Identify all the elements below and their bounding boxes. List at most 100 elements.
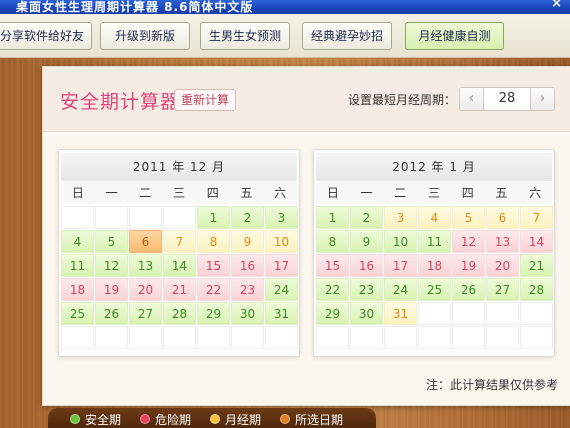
empty-day-cell: [231, 326, 264, 349]
day-cell[interactable]: 14: [163, 254, 196, 277]
chevron-left-icon[interactable]: ‹: [460, 88, 484, 110]
cycle-label: 设置最短月经周期：: [348, 93, 457, 107]
legend-label: 所选日期: [295, 412, 344, 427]
day-cell[interactable]: 31: [265, 302, 298, 325]
day-cell[interactable]: 15: [316, 254, 349, 277]
day-cell[interactable]: 9: [350, 230, 383, 253]
day-cell[interactable]: 3: [265, 206, 298, 229]
empty-day-cell: [452, 302, 485, 325]
weekday-label: 五: [240, 186, 253, 200]
day-cell[interactable]: 5: [95, 230, 128, 253]
cycle-value[interactable]: 28: [484, 88, 530, 110]
day-cell[interactable]: 15: [197, 254, 230, 277]
weekday-row: 日 一 二 三 四 五 六: [61, 182, 297, 204]
day-cell[interactable]: 2: [231, 206, 264, 229]
day-cell[interactable]: 23: [350, 278, 383, 301]
day-cell[interactable]: 22: [197, 278, 230, 301]
day-cell[interactable]: 3: [384, 206, 417, 229]
day-cell[interactable]: 27: [486, 278, 519, 301]
empty-day-cell: [61, 206, 94, 229]
weekday-label: 三: [172, 186, 185, 200]
day-cell[interactable]: 7: [163, 230, 196, 253]
day-cell[interactable]: 4: [418, 206, 451, 229]
day-cell[interactable]: 30: [231, 302, 264, 325]
day-cell[interactable]: 29: [316, 302, 349, 325]
cycle-stepper[interactable]: ‹ 28 ›: [459, 87, 555, 111]
gender-prediction-button[interactable]: 生男生女预测: [200, 22, 290, 50]
day-cell[interactable]: 2: [350, 206, 383, 229]
day-cell[interactable]: 17: [265, 254, 298, 277]
day-cell[interactable]: 16: [231, 254, 264, 277]
calendar-month-1: 2011 年 12 月 日 一 二 三 四 五 六 1 2 3 4 5 6 7 8 9 10 11 1…: [58, 149, 300, 357]
day-cell[interactable]: 20: [486, 254, 519, 277]
day-cell[interactable]: 7: [520, 206, 553, 229]
day-cell[interactable]: 26: [452, 278, 485, 301]
day-cell[interactable]: 11: [418, 230, 451, 253]
day-cell[interactable]: 22: [316, 278, 349, 301]
day-cell[interactable]: 8: [316, 230, 349, 253]
day-cell[interactable]: 11: [61, 254, 94, 277]
day-cell[interactable]: 28: [163, 302, 196, 325]
calendar-month-title: 2011 年 12 月: [61, 153, 297, 181]
close-icon[interactable]: ×: [551, 0, 562, 11]
legend-item-danger: 危险期: [140, 411, 191, 428]
day-cell[interactable]: 16: [350, 254, 383, 277]
weekday-row: 日 一 二 三 四 五 六: [316, 182, 552, 204]
weekday-label: 一: [360, 186, 373, 200]
empty-day-cell: [197, 326, 230, 349]
empty-day-cell: [265, 326, 298, 349]
day-cell[interactable]: 27: [129, 302, 162, 325]
day-cell[interactable]: 13: [129, 254, 162, 277]
day-cell[interactable]: 24: [384, 278, 417, 301]
day-cell[interactable]: 30: [350, 302, 383, 325]
chevron-right-icon[interactable]: ›: [530, 88, 554, 110]
legend: 安全期 危险期 月经期 所选日期: [48, 408, 376, 428]
recalculate-button[interactable]: 重新计算: [174, 89, 236, 111]
calculator-panel: 安全期计算器 重新计算 设置最短月经周期： ‹ 28 › 2011 年 12 月…: [42, 66, 570, 406]
day-cell[interactable]: 1: [197, 206, 230, 229]
empty-day-cell: [520, 326, 553, 349]
window-title: 桌面女性生理周期计算器 8.6简体中文版: [16, 0, 254, 14]
contraception-tips-button[interactable]: 经典避孕妙招: [302, 22, 392, 50]
day-cell[interactable]: 23: [231, 278, 264, 301]
day-cell[interactable]: 19: [95, 278, 128, 301]
day-cell[interactable]: 21: [163, 278, 196, 301]
day-cell[interactable]: 13: [486, 230, 519, 253]
day-cell[interactable]: 17: [384, 254, 417, 277]
day-cell[interactable]: 4: [61, 230, 94, 253]
empty-day-cell: [95, 326, 128, 349]
day-cell[interactable]: 1: [316, 206, 349, 229]
day-cell[interactable]: 12: [452, 230, 485, 253]
day-cell[interactable]: 9: [231, 230, 264, 253]
day-cell[interactable]: 5: [452, 206, 485, 229]
day-cell[interactable]: 26: [95, 302, 128, 325]
day-cell[interactable]: 31: [384, 302, 417, 325]
empty-day-cell: [418, 326, 451, 349]
day-cell[interactable]: 18: [418, 254, 451, 277]
day-cell[interactable]: 25: [61, 302, 94, 325]
day-cell[interactable]: 18: [61, 278, 94, 301]
day-cell[interactable]: 21: [520, 254, 553, 277]
day-cell[interactable]: 20: [129, 278, 162, 301]
day-cell[interactable]: 25: [418, 278, 451, 301]
menstrual-health-test-button[interactable]: 月经健康自测: [405, 22, 504, 50]
empty-day-cell: [129, 206, 162, 229]
day-cell[interactable]: 6: [486, 206, 519, 229]
day-cell[interactable]: 28: [520, 278, 553, 301]
day-cell[interactable]: 10: [384, 230, 417, 253]
day-cell[interactable]: 8: [197, 230, 230, 253]
weekday-label: 六: [274, 186, 287, 200]
weekday-label: 日: [326, 186, 339, 200]
upgrade-button[interactable]: 升级到新版: [100, 22, 190, 50]
weekday-label: 四: [461, 186, 474, 200]
day-cell[interactable]: 19: [452, 254, 485, 277]
day-cell[interactable]: 29: [197, 302, 230, 325]
day-cell[interactable]: 10: [265, 230, 298, 253]
day-cell[interactable]: 12: [95, 254, 128, 277]
empty-day-cell: [350, 326, 383, 349]
day-cell[interactable]: 14: [520, 230, 553, 253]
share-software-button[interactable]: 分享软件给好友: [0, 22, 92, 50]
day-cell[interactable]: 24: [265, 278, 298, 301]
toolbar: 分享软件给好友 升级到新版 生男生女预测 经典避孕妙招 月经健康自测: [0, 14, 570, 58]
day-cell[interactable]: 6: [129, 230, 162, 253]
